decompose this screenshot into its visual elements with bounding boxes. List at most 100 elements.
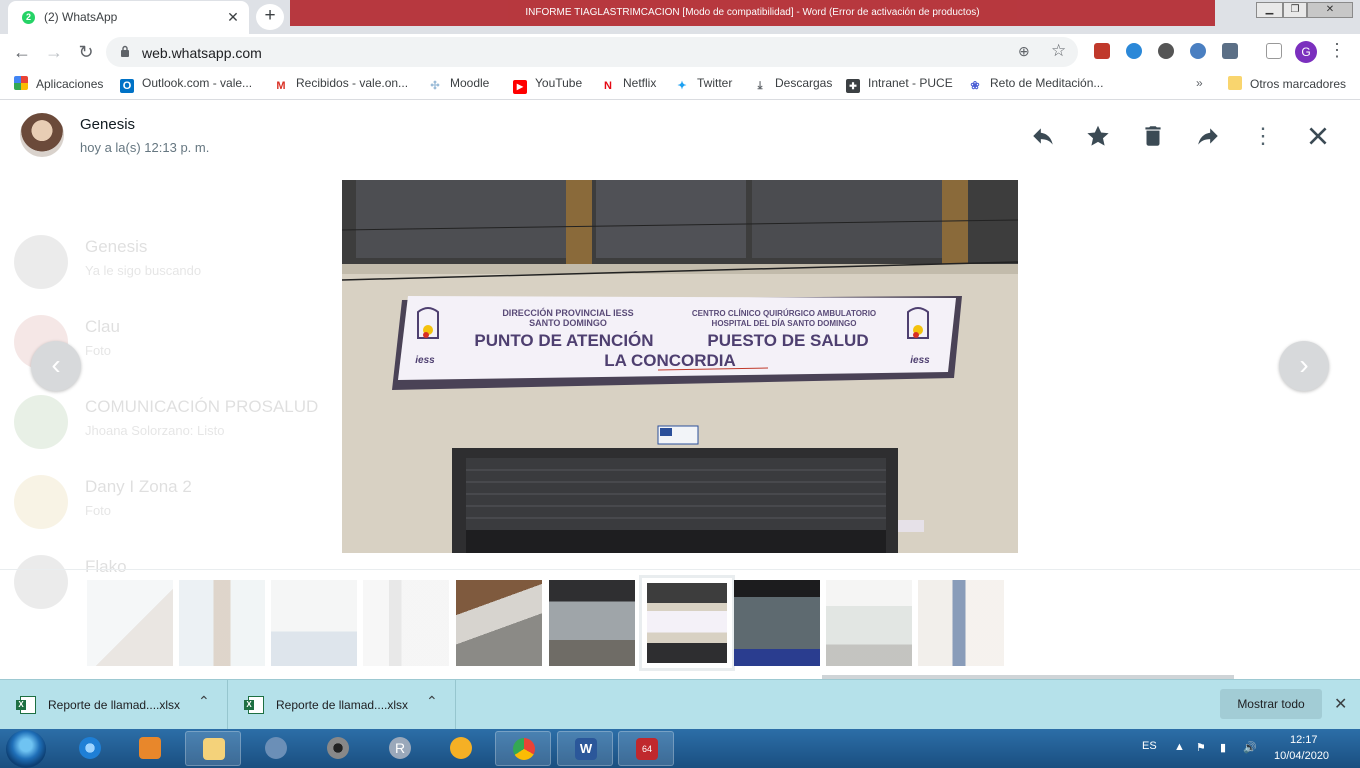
extension-lens-icon[interactable] [1190, 43, 1206, 59]
media-thumbnail[interactable] [918, 580, 1004, 666]
media-thumbnail[interactable] [734, 580, 820, 666]
bookmarks-overflow-icon[interactable]: » [1196, 76, 1203, 94]
sign-org-left-line1: DIRECCIÓN PROVINCIAL IESS [502, 307, 633, 318]
clock-date[interactable]: 10/04/2020 [1274, 750, 1329, 762]
back-arrow-icon[interactable]: ← [10, 40, 34, 64]
media-thumbnail[interactable] [271, 580, 357, 666]
sign-title-right: PUESTO DE SALUD [707, 331, 868, 350]
forward-icon[interactable] [1195, 123, 1221, 149]
profile-avatar[interactable]: G [1295, 41, 1317, 63]
taskbar-file-explorer[interactable] [185, 731, 241, 766]
extension-pdf-icon[interactable] [1094, 43, 1110, 59]
action-center-icon[interactable]: ⚑ [1196, 741, 1206, 754]
bookmark-intranet[interactable]: ✚ Intranet - PUCE [846, 76, 953, 94]
previous-media-button[interactable]: ‹ [31, 341, 81, 391]
media-thumbnail[interactable] [87, 580, 173, 666]
window-restore-button[interactable]: ❐ [1283, 2, 1307, 18]
bookmark-netflix[interactable]: N Netflix [601, 76, 656, 94]
show-all-downloads-button[interactable]: Mostrar todo [1220, 689, 1322, 719]
download-filename: Reporte de llamad....xlsx [48, 698, 181, 712]
taskbar-pgadmin[interactable] [248, 731, 304, 766]
bookmark-outlook[interactable]: O Outlook.com - vale... [120, 76, 252, 94]
sender-avatar[interactable] [20, 113, 64, 157]
chrome-menu-icon[interactable]: ⋮ [1328, 40, 1346, 61]
bookmark-twitter[interactable]: ✦ Twitter [675, 76, 732, 94]
window-minimize-button[interactable]: ▁ [1256, 2, 1283, 18]
tray-expand-icon[interactable]: ▲ [1174, 741, 1185, 753]
excel-file-icon [16, 696, 36, 714]
word-icon: W [575, 738, 597, 760]
tab-strip: INFORME TIAGLASTRIMCACION [Modo de compa… [0, 0, 1360, 34]
start-button[interactable] [6, 730, 46, 768]
chevron-up-icon[interactable]: ⌃ [198, 693, 210, 710]
next-media-button[interactable]: › [1279, 341, 1329, 391]
language-indicator[interactable]: ES [1142, 740, 1157, 752]
bookmark-meditacion[interactable]: ❀ Reto de Meditación... [968, 76, 1103, 94]
youtube-icon: ▶ [513, 80, 527, 94]
main-photo[interactable]: DIRECCIÓN PROVINCIAL IESS SANTO DOMINGO … [342, 180, 1018, 553]
tab-whatsapp[interactable]: 2 (2) WhatsApp ✕ [8, 1, 249, 34]
new-tab-button[interactable]: + [256, 4, 284, 30]
whatsapp-tab-icon: 2 [22, 11, 35, 24]
bookmark-gmail[interactable]: M Recibidos - vale.on... [274, 76, 408, 94]
extension-screen-icon[interactable] [1222, 43, 1238, 59]
media-viewer: Genesis Ya le sigo buscando Clau Foto COMU… [0, 101, 1360, 679]
media-thumbnail[interactable] [363, 580, 449, 666]
delete-icon[interactable] [1140, 123, 1166, 149]
extension-spotify-icon[interactable] [1158, 43, 1174, 59]
sign-org-left-line2: SANTO DOMINGO [529, 318, 607, 328]
bookmark-moodle[interactable]: ✣ Moodle [428, 76, 489, 94]
download-item[interactable]: Reporte de llamad....xlsx ⌃ [228, 680, 456, 730]
reply-icon[interactable] [1030, 123, 1056, 149]
media-player-icon [139, 737, 161, 759]
taskbar-media-player[interactable] [122, 731, 178, 766]
chevron-up-icon[interactable]: ⌃ [426, 693, 438, 710]
more-options-icon[interactable]: ⋮ [1250, 123, 1276, 149]
webcam-icon [327, 737, 349, 759]
chrome-icon [513, 738, 535, 760]
media-thumbnail[interactable] [549, 580, 635, 666]
meditation-icon: ❀ [970, 80, 980, 92]
download-item[interactable]: Reporte de llamad....xlsx ⌃ [0, 680, 228, 730]
taskbar-word[interactable]: W [557, 731, 613, 766]
url-text: web.whatsapp.com [142, 45, 262, 61]
reading-list-icon[interactable] [1266, 43, 1282, 59]
sign-title-left: PUNTO DE ATENCIÓN [474, 331, 653, 350]
tab-close-icon[interactable]: ✕ [224, 8, 242, 26]
excel-file-icon [244, 696, 264, 714]
zoom-icon[interactable]: ⊕ [1018, 43, 1030, 60]
background-window-title: INFORME TIAGLASTRIMCACION [Modo de compa… [290, 0, 1215, 26]
window-close-button[interactable]: ✕ [1307, 2, 1353, 18]
netflix-icon: N [604, 80, 612, 92]
address-bar[interactable]: web.whatsapp.com ⊕ ☆ [106, 37, 1078, 67]
close-download-bar-icon[interactable]: ✕ [1334, 694, 1347, 714]
download-bar: Reporte de llamad....xlsx ⌃ Reporte de l… [0, 679, 1360, 730]
elephant-icon [265, 737, 287, 759]
taskbar-notification-app[interactable]: 64 [618, 731, 674, 766]
bookmark-descargas[interactable]: ⤓ Descargas [753, 76, 833, 94]
extension-onedrive-icon[interactable] [1126, 43, 1142, 59]
clock-time[interactable]: 12:17 [1290, 734, 1318, 746]
bookmark-star-icon[interactable]: ☆ [1051, 41, 1066, 61]
network-icon[interactable]: ▮ [1220, 741, 1226, 754]
paw-icon [450, 737, 472, 759]
folder-icon [203, 738, 225, 760]
taskbar-chrome[interactable] [495, 731, 551, 766]
media-thumbnail[interactable] [179, 580, 265, 666]
media-thumbnail-selected[interactable] [639, 575, 735, 671]
forward-arrow-icon[interactable]: → [42, 40, 66, 64]
close-viewer-icon[interactable] [1305, 123, 1331, 149]
volume-icon[interactable]: 🔊 [1243, 741, 1257, 754]
taskbar-internet-explorer[interactable] [62, 731, 118, 766]
bookmark-aplicaciones[interactable]: Aplicaciones [14, 76, 103, 94]
reload-icon[interactable]: ↻ [74, 40, 98, 64]
bookmark-youtube[interactable]: ▶ YouTube [513, 76, 582, 94]
taskbar-r[interactable]: R [372, 731, 428, 766]
bookmark-otros[interactable]: Otros marcadores [1228, 76, 1346, 94]
taskbar-webcam[interactable] [310, 731, 366, 766]
taskbar-paw-app[interactable] [433, 731, 489, 766]
media-thumbnail[interactable] [456, 580, 542, 666]
folder-icon [1228, 76, 1242, 90]
media-thumbnail[interactable] [826, 580, 912, 666]
star-icon[interactable] [1085, 123, 1111, 149]
